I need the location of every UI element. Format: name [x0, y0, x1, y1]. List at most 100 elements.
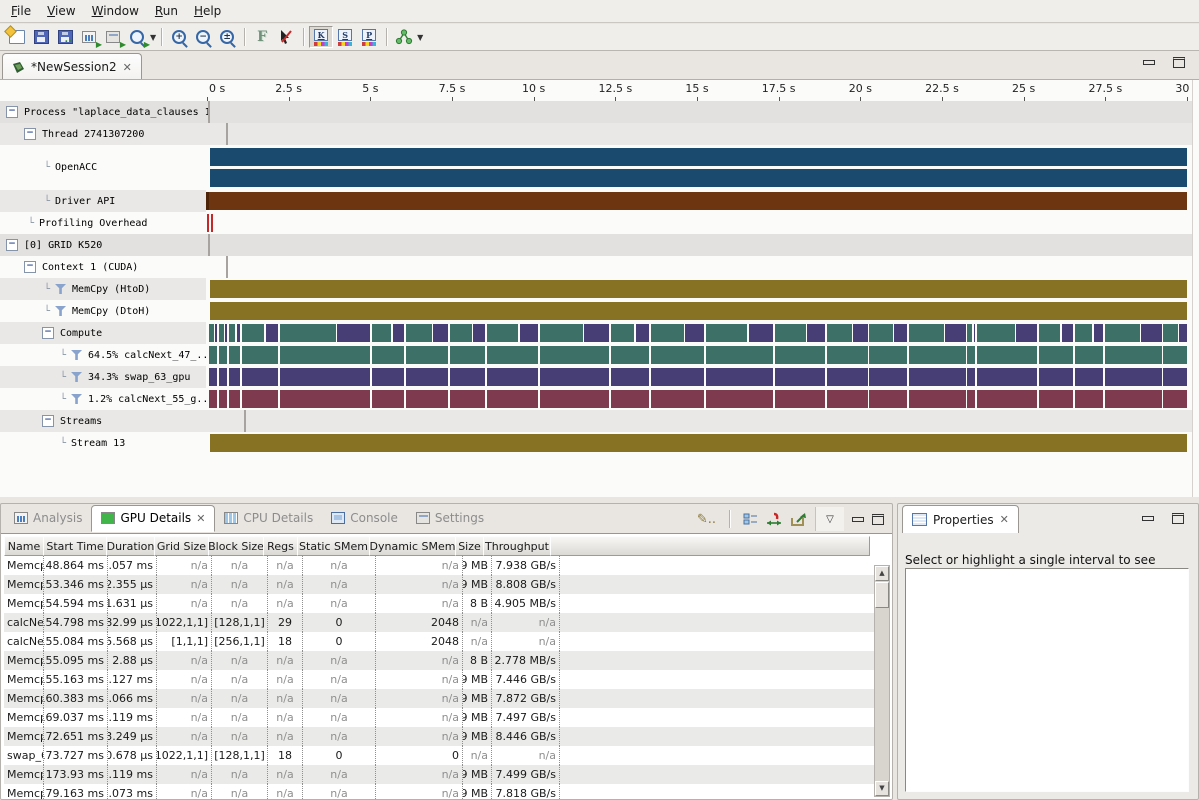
timeline-interval-bar[interactable] [219, 390, 226, 408]
timeline-interval-bar[interactable] [1016, 324, 1038, 342]
tab-cpu-details[interactable]: CPU Details [215, 505, 322, 532]
timeline-interval-bar[interactable] [749, 324, 773, 342]
timeline-interval-bar[interactable] [229, 390, 240, 408]
timeline-interval-bar[interactable] [210, 280, 1187, 298]
collapse-minus-icon[interactable]: − [42, 327, 54, 339]
tab-console[interactable]: Console [322, 505, 407, 532]
table-row[interactable]: Memcpy169.037 ms1.119 msn/an/an/an/an/a8… [4, 708, 874, 727]
timeline-interval-bar[interactable] [372, 346, 404, 364]
timeline-interval-bar[interactable] [406, 390, 448, 408]
timeline-interval-bar[interactable] [1094, 324, 1103, 342]
filter-funnel-icon[interactable] [55, 284, 66, 294]
timeline-interval-bar[interactable] [1163, 390, 1187, 408]
timeline-interval-bar[interactable] [229, 368, 240, 386]
timeline-lane-swap63[interactable] [206, 366, 1192, 388]
timeline-interval-bar[interactable] [909, 346, 966, 364]
timeline-interval-bar[interactable] [706, 346, 773, 364]
timeline-interval-bar[interactable] [827, 390, 868, 408]
menu-run[interactable]: Run [147, 1, 186, 21]
timeline-interval-bar[interactable] [977, 346, 1037, 364]
column-header-block-size[interactable]: Block Size [208, 536, 264, 556]
timeline-interval-bar[interactable] [242, 368, 279, 386]
timeline-interval-bar[interactable] [775, 390, 825, 408]
timeline-interval-bar[interactable] [229, 346, 240, 364]
colorize-process-button[interactable]: P [357, 26, 381, 48]
timeline-lane-openacc[interactable] [206, 145, 1192, 190]
column-header-regs[interactable]: Regs [263, 536, 298, 556]
scroll-up-icon[interactable]: ▲ [875, 566, 889, 581]
collapse-minus-icon[interactable]: − [42, 415, 54, 427]
timeline-interval-bar[interactable] [706, 390, 773, 408]
timeline-interval-bar[interactable] [977, 324, 1014, 342]
dropdown-caret-icon[interactable]: ▼ [417, 33, 423, 42]
table-row[interactable]: Memcpy160.383 ms1.066 msn/an/an/an/an/a8… [4, 689, 874, 708]
collapse-minus-icon[interactable]: − [24, 261, 36, 273]
column-header-grid-size[interactable]: Grid Size [154, 536, 209, 556]
menu-window[interactable]: Window [84, 1, 147, 21]
timeline-interval-bar[interactable] [1163, 346, 1187, 364]
colorize-stream-button[interactable]: S [333, 26, 357, 48]
report-button[interactable]: ▶ [77, 26, 101, 48]
timeline-interval-bar[interactable] [209, 368, 218, 386]
column-header-name[interactable]: Name [4, 536, 44, 556]
timeline-interval-bar[interactable] [651, 346, 705, 364]
timeline-lane-dtoh[interactable] [206, 300, 1192, 322]
timeline-interval-bar[interactable] [977, 368, 1037, 386]
export-icon[interactable] [790, 512, 807, 527]
timeline-interval-bar[interactable] [807, 324, 825, 342]
filter-funnel-icon[interactable] [71, 372, 82, 382]
new-session-button[interactable] [5, 26, 29, 48]
timeline-interval-bar[interactable] [225, 324, 226, 342]
timeline-lane-calc47[interactable] [206, 344, 1192, 366]
timeline-interval-bar[interactable] [487, 346, 537, 364]
timeline-interval-bar[interactable] [487, 368, 537, 386]
timeline-interval-bar[interactable] [636, 324, 649, 342]
colorize-kernel-button[interactable]: K [309, 26, 333, 48]
scroll-down-icon[interactable]: ▼ [875, 781, 889, 796]
timeline-interval-bar[interactable] [520, 324, 538, 342]
scroll-thumb[interactable] [875, 582, 889, 608]
timeline-interval-bar[interactable] [827, 368, 868, 386]
close-icon[interactable]: ✕ [196, 512, 205, 525]
timeline-interval-bar[interactable] [280, 346, 370, 364]
table-row[interactable]: Memcpy173.93 ms1.119 msn/an/an/an/an/a8.… [4, 765, 874, 784]
column-header-throughput[interactable]: Throughput [483, 536, 551, 556]
timeline-interval-bar[interactable] [1105, 346, 1162, 364]
timeline-interval-bar[interactable] [219, 324, 223, 342]
timeline-interval-bar[interactable] [540, 368, 610, 386]
timeline-interval-bar[interactable] [207, 214, 209, 232]
menu-view[interactable]: View [39, 1, 83, 21]
timeline-interval-bar[interactable] [450, 368, 485, 386]
timeline-interval-bar[interactable] [611, 368, 648, 386]
timeline-interval-bar[interactable] [909, 368, 966, 386]
timeline-interval-bar[interactable] [210, 169, 1187, 187]
tree-label-context[interactable]: −Context 1 (CUDA) [0, 256, 228, 278]
timeline-interval-bar[interactable] [611, 346, 648, 364]
timeline-interval-bar[interactable] [406, 324, 432, 342]
maximize-icon[interactable] [1173, 57, 1185, 68]
pointer-button[interactable] [274, 26, 298, 48]
timeline-lane-driver[interactable] [206, 190, 1192, 212]
tab-settings[interactable]: Settings [407, 505, 493, 532]
timeline-interval-bar[interactable] [219, 346, 226, 364]
column-header-start-time[interactable]: Start Time [43, 536, 107, 556]
timeline-lane-compute[interactable] [206, 322, 1192, 344]
zoom-out-button[interactable]: − [191, 26, 215, 48]
timeline-interval-bar[interactable] [242, 390, 279, 408]
timeline-interval-bar[interactable] [433, 324, 448, 342]
timeline-interval-bar[interactable] [210, 148, 1187, 166]
zoom-reset-button[interactable]: ± [215, 26, 239, 48]
timeline-interval-bar[interactable] [393, 324, 404, 342]
table-row[interactable]: Memcpy179.163 ms1.073 msn/an/an/an/an/a8… [4, 784, 874, 799]
timeline-interval-bar[interactable] [1075, 346, 1102, 364]
timeline-interval-bar[interactable] [406, 346, 448, 364]
timeline-interval-bar[interactable] [229, 324, 236, 342]
timeline-interval-bar[interactable] [1141, 324, 1161, 342]
timeline-interval-bar[interactable] [869, 368, 906, 386]
menu-help[interactable]: Help [186, 1, 229, 21]
timeline-interval-bar[interactable] [967, 324, 972, 342]
timeline-ruler[interactable]: 0 s2.5 s5 s7.5 s10 s12.5 s15 s17.5 s20 s… [0, 80, 1192, 102]
timeline-interval-bar[interactable] [266, 324, 279, 342]
search-button[interactable]: ▶ [125, 26, 149, 48]
save-button[interactable] [29, 26, 53, 48]
